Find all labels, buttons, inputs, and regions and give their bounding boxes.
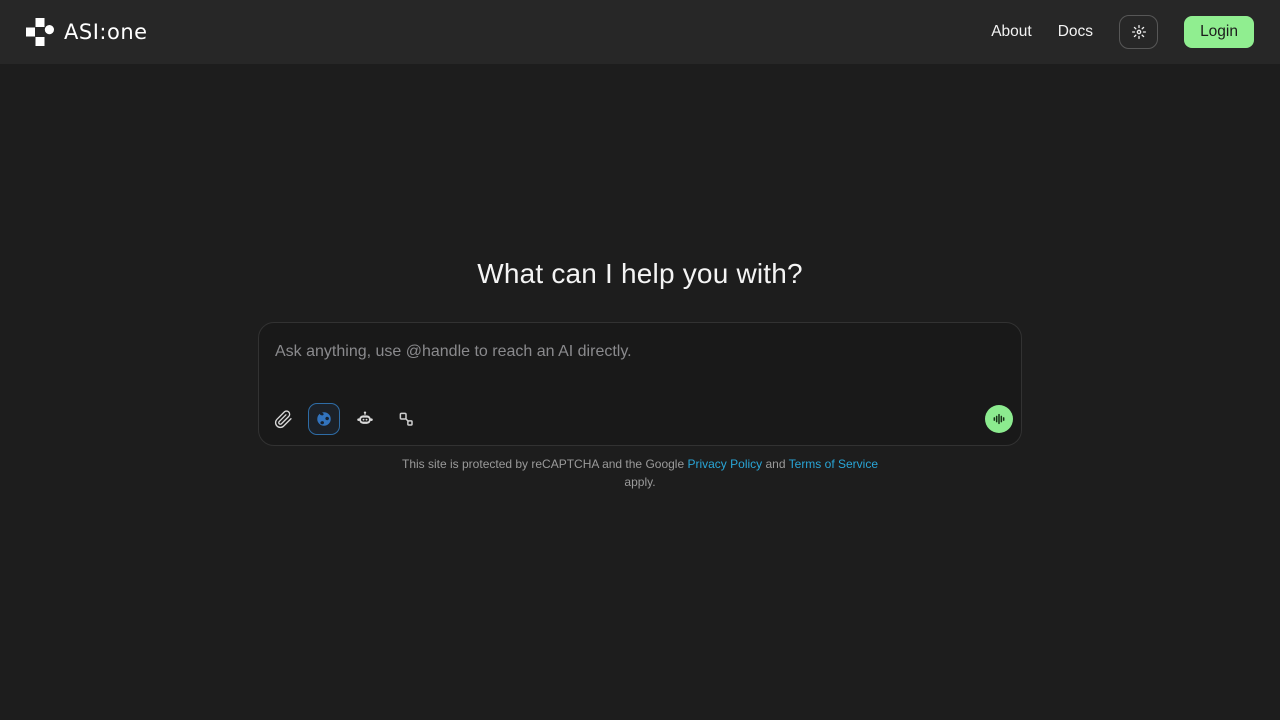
- main-content: What can I help you with? Ask anything, …: [0, 257, 1280, 491]
- attach-button[interactable]: [267, 403, 299, 435]
- recaptcha-text-between: and: [762, 457, 789, 471]
- chat-composer: [258, 322, 1022, 446]
- chat-input[interactable]: [259, 323, 1021, 385]
- paperclip-icon: [274, 409, 293, 429]
- privacy-policy-link[interactable]: Privacy Policy: [687, 457, 762, 471]
- header-nav: About Docs Login: [991, 15, 1254, 49]
- waveform-icon: [992, 412, 1006, 426]
- header: ASI:one About Docs Login: [0, 0, 1280, 64]
- recaptcha-notice: This site is protected by reCAPTCHA and …: [390, 455, 890, 491]
- globe-icon: [315, 410, 333, 428]
- page-title: What can I help you with?: [477, 258, 803, 289]
- terms-of-service-link[interactable]: Terms of Service: [789, 457, 878, 471]
- agents-button[interactable]: [349, 403, 381, 435]
- recaptcha-text-after: apply.: [624, 475, 656, 489]
- asi-one-logo[interactable]: ASI:one: [26, 18, 148, 46]
- recaptcha-text-before: This site is protected by reCAPTCHA and …: [402, 457, 688, 471]
- theme-toggle-button[interactable]: [1119, 15, 1159, 49]
- nav-link-about[interactable]: About: [991, 23, 1032, 41]
- nav-link-docs[interactable]: Docs: [1058, 23, 1093, 41]
- logo-wordmark: ASI:one: [64, 20, 148, 44]
- web-search-button[interactable]: [308, 403, 340, 435]
- nodes-icon: [397, 410, 415, 428]
- login-button[interactable]: Login: [1184, 16, 1254, 48]
- asi-one-logo-icon: [26, 18, 54, 46]
- sun-icon: [1130, 23, 1148, 41]
- composer-toolbar: [267, 403, 1013, 435]
- connections-button[interactable]: [390, 403, 422, 435]
- robot-icon: [355, 409, 375, 429]
- voice-input-button[interactable]: [985, 405, 1013, 433]
